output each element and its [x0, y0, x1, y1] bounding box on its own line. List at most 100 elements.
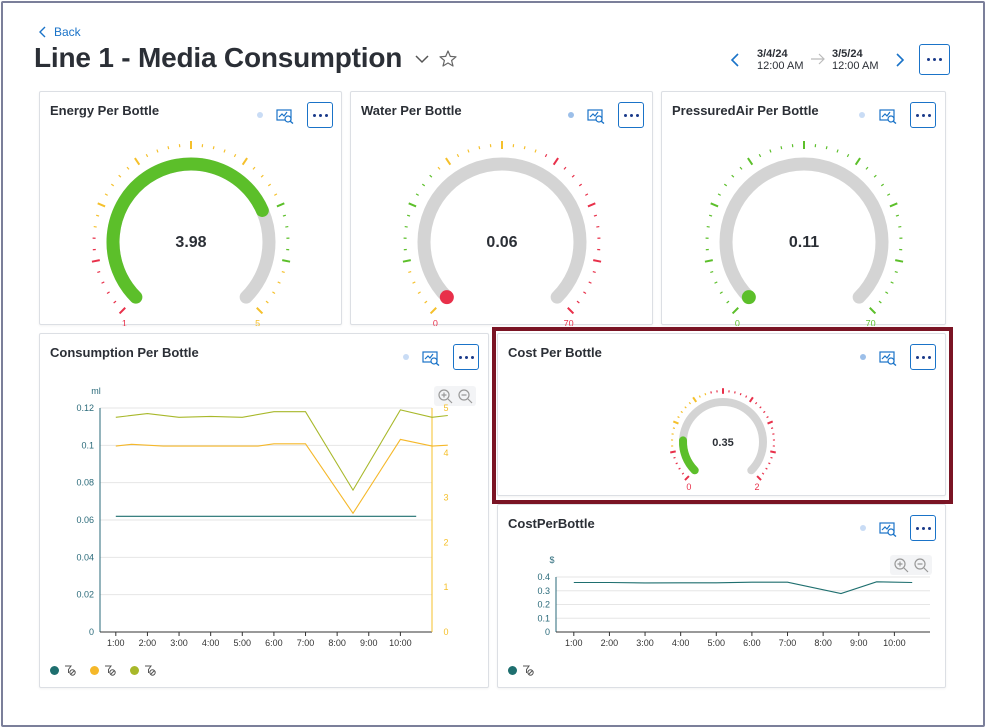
x-tick-label: 7:00 — [297, 638, 315, 648]
x-tick-label: 2:00 — [139, 638, 157, 648]
gauge-panel-energy: Energy Per Bottle 3.98 1 5 — [39, 91, 342, 326]
gauge-tick — [126, 166, 130, 170]
gauge-max-label: 70 — [866, 319, 876, 326]
page-title: Line 1 - Media Consumption — [34, 42, 403, 73]
gauge-tick — [895, 214, 899, 217]
gauge-energy: 3.98 1 5 — [91, 141, 291, 326]
gauge-tick — [276, 202, 285, 208]
y-tick-label: 0.12 — [76, 403, 94, 413]
next-date-icon[interactable] — [894, 52, 906, 68]
gauge-tick — [880, 183, 885, 187]
arrow-right-icon — [811, 53, 825, 65]
date-to[interactable]: 3/5/24 12:00 AM — [832, 48, 878, 72]
gauge-value: 0.11 — [789, 234, 819, 251]
x-tick-label: 7:00 — [779, 638, 797, 648]
gauge-tick — [723, 183, 728, 187]
x-tick-label: 6:00 — [265, 638, 283, 648]
y-tick-label: 0.08 — [76, 478, 94, 488]
chevron-left-icon — [39, 26, 46, 38]
legend-item-1[interactable] — [90, 664, 116, 676]
gauge-tick — [534, 149, 537, 153]
y-tick-label: 0.06 — [76, 515, 94, 525]
gauge-tick — [91, 259, 100, 263]
legend-item-0[interactable] — [508, 664, 534, 676]
gauge-tick — [421, 183, 426, 187]
x-tick-label: 5:00 — [234, 638, 252, 648]
gauge-tick — [731, 307, 739, 315]
page-more-button[interactable] — [919, 44, 950, 75]
y-tick-label: 0.3 — [537, 586, 550, 596]
y-tick-label-right: 0 — [443, 627, 448, 637]
y-tick-label: 0 — [545, 627, 550, 637]
x-tick-label: 8:00 — [328, 638, 346, 648]
gauge-tick — [878, 300, 882, 304]
gauge-water: 0.06 0 70 — [402, 141, 602, 326]
gauge-tick — [587, 202, 596, 208]
gauge-tick — [277, 281, 281, 284]
gauge-tick — [445, 157, 452, 166]
gauge-tick — [265, 300, 269, 304]
x-tick-label: 1:00 — [107, 638, 125, 648]
gauge-value: 0.06 — [486, 234, 517, 251]
gauge-tick — [412, 281, 416, 284]
gauge-tick — [456, 153, 460, 158]
y-tick-label-right: 3 — [443, 493, 448, 503]
gauge-fill — [106, 157, 269, 304]
gauge-tick — [714, 281, 718, 284]
gauge-tick — [780, 146, 783, 150]
gauge-tick — [890, 281, 894, 284]
legend-item-0[interactable] — [50, 664, 76, 676]
gauge-tick — [118, 307, 126, 315]
legend-swatch — [50, 665, 59, 675]
gauge-tick — [97, 270, 101, 274]
chevron-down-icon[interactable] — [414, 52, 430, 66]
x-tick-label: 10:00 — [389, 638, 412, 648]
consumption-line-chart: 0.12 0.1 0.08 0.06 0.04 0.02 0 ml 5 4 3 2 1 0 1:00 2:00… — [76, 386, 448, 648]
x-tick-label: 4:00 — [202, 638, 220, 648]
gauge-tick — [567, 307, 575, 315]
gauge-tick — [223, 149, 226, 153]
gauge-tick — [134, 157, 141, 166]
gauge-tick — [241, 157, 248, 166]
y-tick-label-right: 2 — [443, 537, 448, 547]
gauge-tick — [583, 291, 587, 294]
gauge-track — [719, 157, 889, 304]
gauge-tick — [717, 193, 721, 196]
date-from[interactable]: 3/4/24 12:00 AM — [757, 48, 803, 72]
legend-item-2[interactable] — [130, 664, 156, 676]
gauge-max-label: 5 — [255, 319, 260, 326]
gauge-tick — [825, 146, 828, 150]
gauge-tick — [869, 307, 877, 315]
y-tick-label: 0.04 — [76, 552, 94, 562]
date-from-time: 12:00 AM — [757, 60, 804, 72]
gauge-tick — [588, 281, 592, 284]
x-tick-label: 9:00 — [850, 638, 868, 648]
legend-swatch — [508, 665, 517, 675]
gauge-min-label: 0 — [735, 319, 740, 326]
gauge-tick — [97, 202, 106, 208]
x-tick-label: 1:00 — [565, 638, 583, 648]
gauge-tick — [429, 307, 437, 315]
filter-off-icon — [523, 665, 534, 676]
gauge-tick — [895, 259, 904, 263]
consumption-panel: Consumption Per Bottle 0.12 0.1 0.08 0.06 0.… — [39, 333, 489, 688]
gauge-tick — [704, 259, 713, 263]
star-icon[interactable] — [438, 49, 458, 69]
gauge-track — [417, 157, 587, 304]
gauge-tick — [478, 146, 481, 150]
gauge-tick — [552, 157, 559, 166]
gauge-tick — [408, 202, 417, 208]
back-link[interactable]: Back — [38, 25, 81, 39]
gauge-tick — [429, 174, 433, 178]
gauge-tick — [167, 146, 170, 150]
date-to-date: 3/5/24 — [832, 48, 863, 60]
y-tick-label-right: 5 — [443, 403, 448, 413]
gauge-tick — [739, 166, 743, 170]
gauge-tick — [267, 183, 272, 187]
legend-swatch — [90, 665, 99, 675]
gauge-fill — [741, 290, 756, 305]
gauge-tick — [113, 300, 117, 304]
gauge-tick — [593, 259, 602, 263]
y-tick-label-right: 4 — [443, 448, 448, 458]
previous-date-icon[interactable] — [729, 52, 741, 68]
